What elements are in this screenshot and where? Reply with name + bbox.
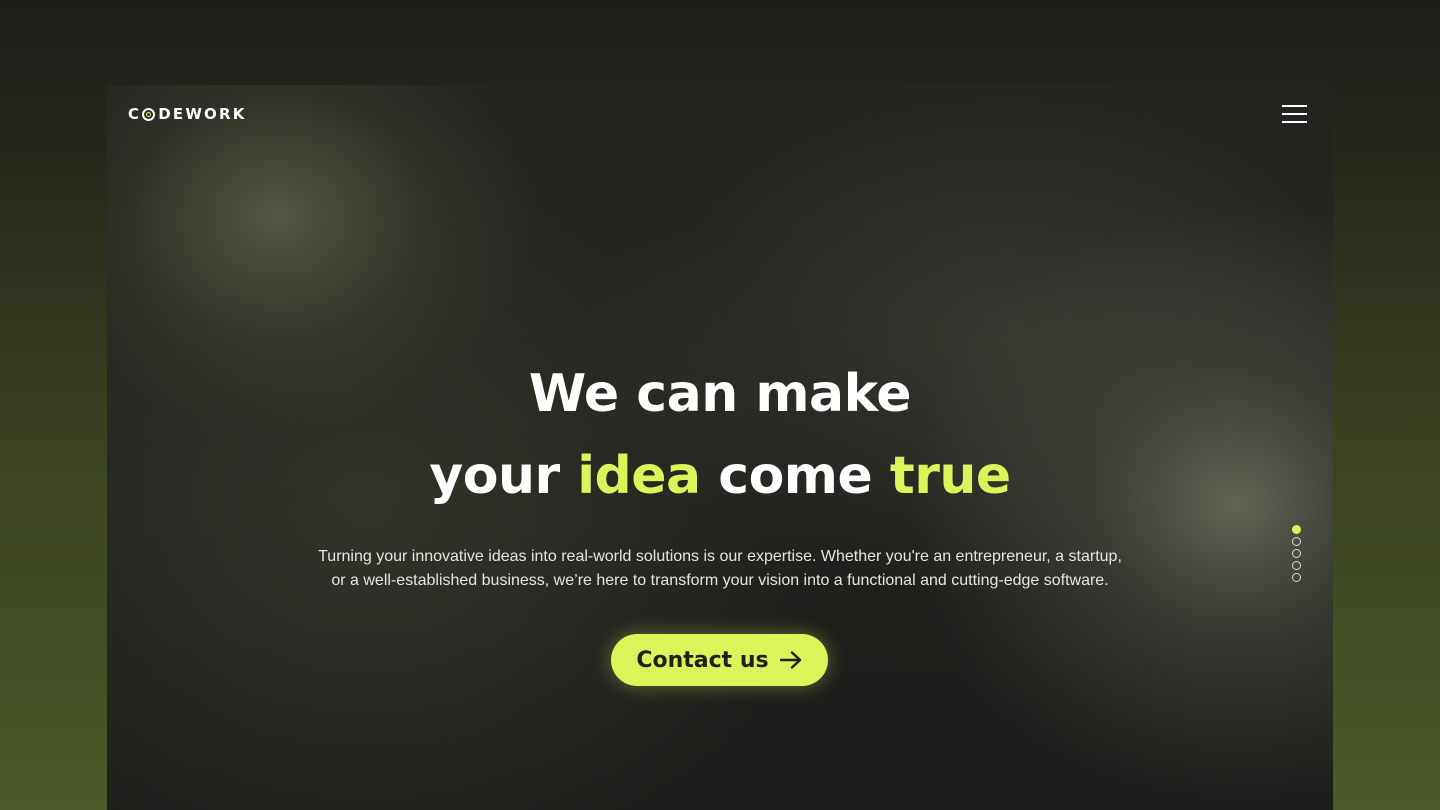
hero-headline: We can make your idea come true <box>107 353 1333 517</box>
menu-line-icon <box>1282 113 1307 115</box>
headline-line-1: We can make <box>528 364 912 424</box>
pagination-dot-5[interactable] <box>1292 573 1301 582</box>
logo-text-suffix: DEWORK <box>158 105 247 123</box>
brand-logo[interactable]: C DEWORK <box>128 105 247 123</box>
hero-frame: C DEWORK We can make your idea come true… <box>107 85 1333 810</box>
subtitle-line-1: Turning your innovative ideas into real-… <box>318 548 1122 565</box>
pagination-dot-2[interactable] <box>1292 537 1301 546</box>
headline-accent-idea: idea <box>577 446 701 506</box>
slide-pagination <box>1292 525 1302 585</box>
hero-section: We can make your idea come true Turning … <box>107 353 1333 593</box>
logo-text-prefix: C <box>128 105 142 123</box>
pagination-dot-1[interactable] <box>1292 525 1301 534</box>
pagination-dot-3[interactable] <box>1292 549 1301 558</box>
headline-accent-true: true <box>889 446 1011 506</box>
pagination-dot-4[interactable] <box>1292 561 1301 570</box>
hero-subtitle: Turning your innovative ideas into real-… <box>270 545 1170 593</box>
logo-ring-icon <box>142 107 156 121</box>
headline-line-2-part-1: your <box>429 446 578 506</box>
contact-us-button[interactable]: Contact us <box>611 634 828 686</box>
menu-line-icon <box>1282 121 1307 123</box>
headline-line-2-part-2: come <box>700 446 890 506</box>
contact-us-label: Contact us <box>636 647 769 673</box>
arrow-right-icon <box>779 650 803 670</box>
subtitle-line-2: or a well-established business, we’re he… <box>331 572 1109 589</box>
hamburger-menu-icon[interactable] <box>1282 104 1308 124</box>
menu-line-icon <box>1282 105 1307 107</box>
